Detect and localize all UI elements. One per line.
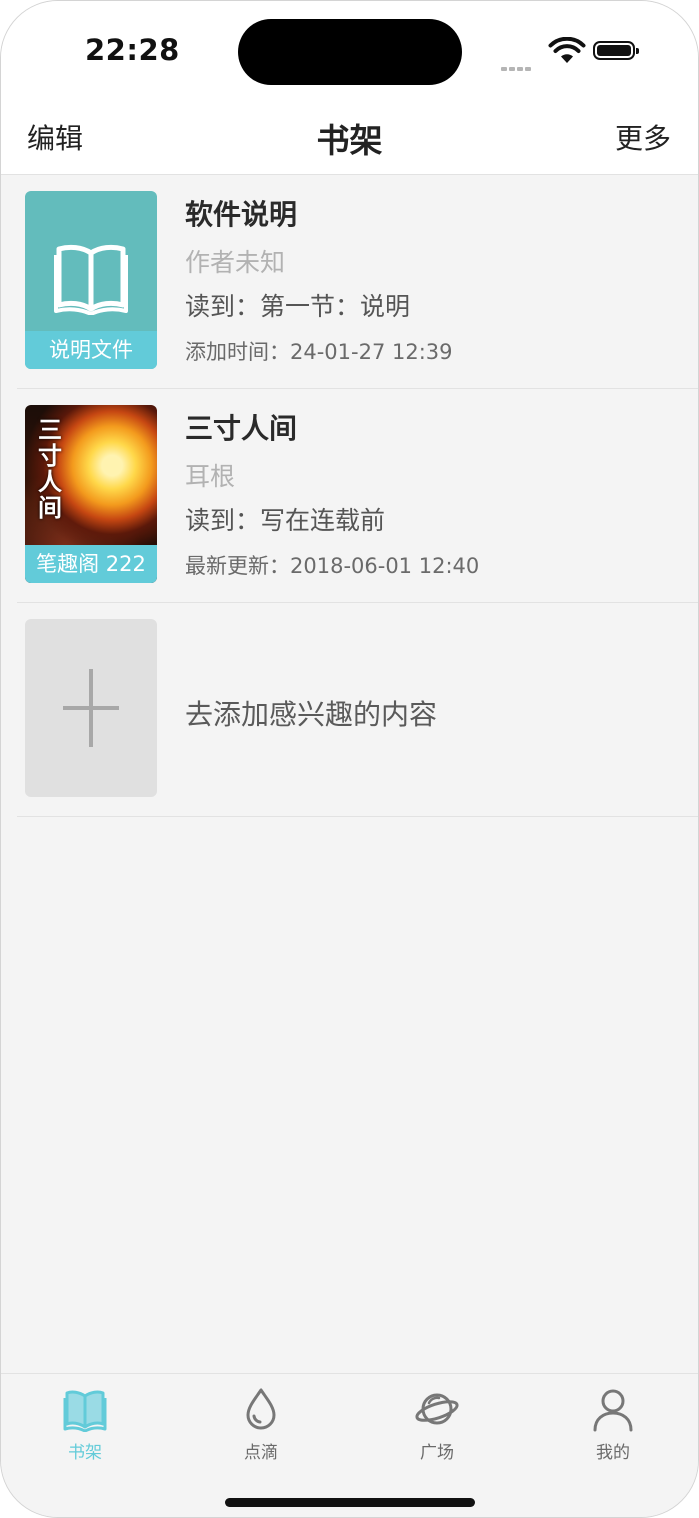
tab-square[interactable]: 广场 <box>377 1386 497 1463</box>
tab-bookshelf[interactable]: 书架 <box>25 1386 145 1463</box>
cellular-signal-icon <box>501 56 533 75</box>
book-cover[interactable]: 说明文件 <box>25 191 157 369</box>
tab-moments[interactable]: 点滴 <box>201 1386 321 1463</box>
tab-label: 我的 <box>596 1443 630 1463</box>
tab-profile[interactable]: 我的 <box>553 1386 673 1463</box>
battery-icon <box>593 41 639 60</box>
book-author: 耳根 <box>185 462 236 491</box>
person-icon <box>593 1389 633 1432</box>
cover-label: 说明文件 <box>25 331 157 369</box>
book-author: 作者未知 <box>185 248 286 277</box>
nav-bar: 编辑 书架 更多 <box>1 101 698 175</box>
add-content-button[interactable] <box>25 619 157 797</box>
book-title[interactable]: 软件说明 <box>185 193 297 233</box>
dynamic-island <box>238 19 462 85</box>
tab-label: 点滴 <box>244 1443 278 1463</box>
droplet-icon <box>246 1388 276 1430</box>
open-book-icon <box>54 244 128 315</box>
add-content-label[interactable]: 去添加感兴趣的内容 <box>185 693 437 733</box>
status-bar: 22:28 <box>1 1 698 101</box>
page-title: 书架 <box>316 121 383 160</box>
tab-bar: 书架 点滴 广场 我的 <box>1 1373 698 1517</box>
status-time: 22:28 <box>85 33 180 67</box>
book-timestamp: 最新更新：2018-06-01 12:40 <box>185 554 480 578</box>
book-cover[interactable]: 三寸人间 笔趣阁 222 <box>25 405 157 583</box>
row-divider <box>17 816 698 817</box>
reading-progress: 读到：第一节：说明 <box>185 292 411 321</box>
add-content-row[interactable]: 去添加感兴趣的内容 <box>1 603 698 817</box>
tab-label: 书架 <box>68 1443 102 1463</box>
book-row-2[interactable]: 三寸人间 笔趣阁 222 三寸人间 耳根 读到：写在连载前 最新更新：2018-… <box>1 389 698 603</box>
wifi-icon <box>548 36 586 69</box>
cover-artwork-title: 三寸人间 <box>38 415 62 522</box>
tab-label: 广场 <box>420 1443 454 1463</box>
more-button[interactable]: 更多 <box>615 117 671 157</box>
cover-label: 笔趣阁 222 <box>25 545 157 583</box>
book-title[interactable]: 三寸人间 <box>185 407 297 447</box>
planet-icon <box>415 1393 459 1425</box>
phone-frame: 22:28 编辑 书架 更多 说明文件 软件说明 作者未知 读到：第一节：说明 … <box>0 0 699 1518</box>
plus-icon-vertical <box>89 669 93 747</box>
bookshelf-icon <box>63 1390 107 1432</box>
book-timestamp: 添加时间：24-01-27 12:39 <box>185 340 453 364</box>
home-indicator[interactable] <box>225 1498 475 1507</box>
book-row-1[interactable]: 说明文件 软件说明 作者未知 读到：第一节：说明 添加时间：24-01-27 1… <box>1 175 698 389</box>
reading-progress: 读到：写在连载前 <box>185 506 386 535</box>
